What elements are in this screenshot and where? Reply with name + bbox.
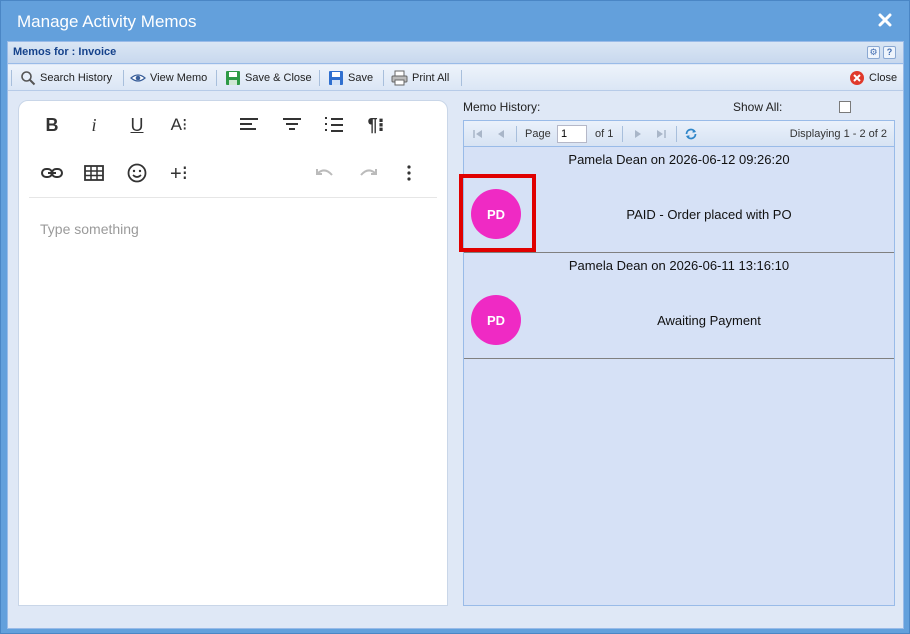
toolbar-separator bbox=[461, 70, 462, 86]
page-number-input[interactable] bbox=[557, 125, 587, 143]
link-icon[interactable] bbox=[40, 161, 64, 185]
italic-icon[interactable]: i bbox=[82, 113, 106, 137]
memo-header: Pamela Dean on 2026-06-12 09:26:20 bbox=[568, 152, 790, 167]
align-center-icon[interactable] bbox=[280, 113, 304, 137]
memo-history-label: Memo History: bbox=[463, 100, 541, 114]
search-icon bbox=[21, 71, 36, 86]
search-history-button[interactable]: Search History bbox=[20, 69, 112, 87]
ordered-list-icon[interactable] bbox=[322, 113, 346, 137]
show-all-label: Show All: bbox=[733, 100, 783, 114]
close-circle-icon bbox=[850, 71, 864, 85]
first-page-icon[interactable] bbox=[471, 127, 485, 141]
view-memo-button[interactable]: View Memo bbox=[130, 69, 207, 87]
toolbar-separator bbox=[11, 70, 12, 86]
insert-more-icon[interactable]: +⁝ bbox=[167, 161, 191, 185]
previous-page-icon[interactable] bbox=[494, 127, 508, 141]
align-left-icon[interactable] bbox=[237, 113, 261, 137]
toolbar: Search History View Memo Save & Close Sa… bbox=[8, 65, 903, 91]
title-bar: Manage Activity Memos bbox=[1, 1, 909, 41]
save-close-icon bbox=[226, 71, 240, 85]
text-format-icon[interactable]: A⁝ bbox=[167, 113, 191, 137]
memos-panel: Memos for : Invoice ⚙ ? Search History V… bbox=[7, 41, 904, 629]
editor-divider bbox=[29, 197, 437, 198]
close-button[interactable]: Close bbox=[849, 69, 897, 87]
refresh-icon[interactable] bbox=[684, 127, 698, 141]
emoticon-icon[interactable] bbox=[125, 161, 149, 185]
avatar: PD bbox=[471, 295, 521, 345]
pager-separator bbox=[622, 126, 623, 142]
memo-history-grid: Page of 1 Displaying 1 - 2 bbox=[459, 120, 895, 606]
window-title: Manage Activity Memos bbox=[17, 12, 197, 31]
save-button[interactable]: Save bbox=[328, 69, 373, 87]
memo-editor[interactable]: B i U A⁝ ¶⁝ +⁝ Type something bbox=[18, 100, 448, 606]
print-all-button[interactable]: Print All bbox=[391, 69, 449, 87]
save-icon bbox=[329, 71, 343, 85]
bold-icon[interactable]: B bbox=[40, 113, 64, 137]
pager-toolbar: Page of 1 Displaying 1 - 2 bbox=[464, 121, 894, 147]
memo-text: PAID - Order placed with PO bbox=[626, 207, 792, 222]
page-label: Page bbox=[525, 128, 551, 140]
underline-icon[interactable]: U bbox=[125, 113, 149, 137]
memo-row[interactable]: Pamela Dean on 2026-06-11 13:16:10 PD Aw… bbox=[464, 254, 894, 359]
pager-separator bbox=[676, 126, 677, 142]
toolbar-separator bbox=[383, 70, 384, 86]
redo-icon[interactable] bbox=[356, 161, 380, 185]
panel-header: Memos for : Invoice ⚙ ? bbox=[8, 42, 903, 64]
table-icon[interactable] bbox=[82, 161, 106, 185]
last-page-icon[interactable] bbox=[654, 127, 668, 141]
toolbar-separator bbox=[216, 70, 217, 86]
toolbar-separator bbox=[123, 70, 124, 86]
search-history-label: Search History bbox=[40, 72, 113, 84]
close-window-icon[interactable] bbox=[877, 12, 893, 28]
avatar: PD bbox=[471, 189, 521, 239]
memo-row[interactable]: Pamela Dean on 2026-06-12 09:26:20 PD PA… bbox=[459, 148, 894, 253]
pager-separator bbox=[516, 126, 517, 142]
settings-icon[interactable]: ⚙ bbox=[867, 46, 880, 59]
printer-icon bbox=[391, 70, 408, 86]
page-count-label: of 1 bbox=[595, 128, 614, 140]
eye-icon bbox=[130, 74, 146, 82]
more-options-icon[interactable] bbox=[397, 161, 421, 185]
paragraph-format-icon[interactable]: ¶⁝ bbox=[364, 113, 388, 137]
toolbar-separator bbox=[319, 70, 320, 86]
view-memo-label: View Memo bbox=[150, 72, 208, 84]
memo-text: Awaiting Payment bbox=[657, 313, 761, 328]
save-label: Save bbox=[348, 72, 374, 84]
show-all-checkbox[interactable] bbox=[839, 101, 851, 113]
manage-activity-memos-window: Manage Activity Memos Memos for : Invoic… bbox=[0, 0, 910, 634]
editor-placeholder[interactable]: Type something bbox=[40, 221, 139, 237]
panel-title: Memos for : Invoice bbox=[13, 46, 117, 58]
memo-header: Pamela Dean on 2026-06-11 13:16:10 bbox=[568, 258, 790, 273]
save-close-label: Save & Close bbox=[245, 72, 312, 84]
close-label: Close bbox=[869, 72, 898, 84]
print-all-label: Print All bbox=[412, 72, 450, 84]
displaying-count: Displaying 1 - 2 of 2 bbox=[789, 128, 887, 140]
undo-icon[interactable] bbox=[313, 161, 337, 185]
next-page-icon[interactable] bbox=[631, 127, 645, 141]
save-close-button[interactable]: Save & Close bbox=[225, 69, 312, 87]
help-icon[interactable]: ? bbox=[883, 46, 896, 59]
